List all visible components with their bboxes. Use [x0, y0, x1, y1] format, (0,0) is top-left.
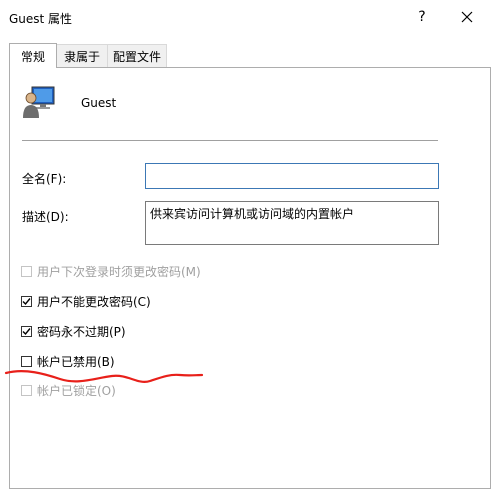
- checkbox-box[interactable]: [21, 295, 32, 307]
- divider: [22, 140, 438, 141]
- close-icon: [461, 11, 473, 23]
- tab-label: 配置文件: [112, 49, 161, 64]
- help-icon: ?: [418, 9, 426, 25]
- tab-general[interactable]: 常规: [9, 43, 57, 68]
- title-bar[interactable]: Guest 属性 ?: [0, 0, 492, 36]
- fullname-label: 全名(F):: [22, 172, 67, 186]
- user-monitor-icon: [23, 86, 55, 118]
- description-input[interactable]: 供来宾访问计算机或访问域的内置帐户: [145, 201, 439, 245]
- description-value: 供来宾访问计算机或访问域的内置帐户: [150, 207, 355, 221]
- fullname-input[interactable]: [145, 163, 439, 189]
- checkbox-label: 密码永不过期(P): [37, 324, 126, 339]
- checkbox-password-never-expires[interactable]: 密码永不过期(P): [21, 323, 126, 339]
- window-title: Guest 属性: [9, 12, 73, 26]
- user-name: Guest: [81, 96, 117, 110]
- checkbox-must-change-password[interactable]: 用户下次登录时须更改密码(M): [21, 263, 201, 279]
- description-label: 描述(D):: [22, 210, 69, 224]
- tab-label: 常规: [20, 49, 45, 64]
- tab-label: 隶属于: [63, 49, 100, 64]
- checkmark-icon: [22, 297, 31, 305]
- tab-profile[interactable]: 配置文件: [107, 44, 167, 67]
- tab-member-of[interactable]: 隶属于: [56, 44, 108, 67]
- close-button[interactable]: [452, 2, 482, 32]
- checkbox-cannot-change-password[interactable]: 用户不能更改密码(C): [21, 293, 151, 309]
- help-button[interactable]: ?: [407, 2, 437, 32]
- checkbox-box[interactable]: [21, 325, 32, 337]
- red-annotation-stroke: [4, 370, 204, 383]
- checkbox-label: 用户下次登录时须更改密码(M): [37, 264, 201, 279]
- checkbox-label: 用户不能更改密码(C): [37, 294, 151, 309]
- checkbox-box[interactable]: [21, 265, 32, 277]
- checkmark-icon: [22, 327, 31, 335]
